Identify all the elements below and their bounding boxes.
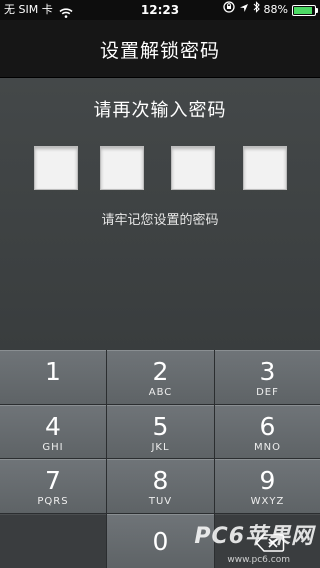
key-3[interactable]: 3 DEF bbox=[215, 350, 320, 404]
key-letters: GHI bbox=[42, 442, 64, 453]
key-digit: 1 bbox=[45, 357, 61, 386]
rotation-lock-icon bbox=[222, 0, 235, 20]
key-8[interactable]: 8 TUV bbox=[107, 459, 214, 513]
key-5[interactable]: 5 JKL bbox=[107, 405, 214, 458]
location-icon bbox=[239, 0, 249, 20]
key-letters: MNO bbox=[254, 442, 281, 453]
passcode-hint: 请牢记您设置的密码 bbox=[101, 213, 219, 228]
battery-percent: 88% bbox=[263, 3, 288, 16]
key-7[interactable]: 7 PQRS bbox=[0, 459, 106, 513]
passcode-box-4 bbox=[243, 146, 287, 190]
passcode-box-1 bbox=[34, 146, 78, 190]
key-digit: 6 bbox=[259, 412, 276, 441]
key-letters: JKL bbox=[151, 442, 170, 453]
key-digit: 7 bbox=[45, 466, 61, 495]
watermark-logo: PC6苹果网 bbox=[194, 524, 314, 549]
bluetooth-icon bbox=[253, 0, 260, 20]
battery-level-fill bbox=[294, 6, 312, 14]
title-bar: 设置解锁密码 bbox=[0, 20, 320, 78]
key-blank bbox=[0, 514, 106, 568]
key-letters: PQRS bbox=[37, 496, 69, 507]
passcode-box-3 bbox=[171, 146, 215, 190]
key-digit: 9 bbox=[259, 466, 276, 495]
page-title: 设置解锁密码 bbox=[99, 40, 220, 62]
key-letters: TUV bbox=[148, 496, 173, 507]
passcode-box-2 bbox=[100, 146, 144, 190]
numeric-keypad: 1 2 ABC 3 DEF 4 GHI 5 JKL 6 MNO 7 PQRS 8… bbox=[0, 350, 320, 568]
key-9[interactable]: 9 WXYZ bbox=[215, 459, 320, 513]
passcode-prompt: 请再次输入密码 bbox=[93, 100, 227, 121]
status-bar: 无 SIM 卡 12:23 88% bbox=[0, 0, 320, 20]
key-digit: 2 bbox=[152, 357, 169, 386]
key-digit: 8 bbox=[152, 466, 169, 495]
key-digit: 5 bbox=[152, 412, 169, 441]
passcode-area: 请再次输入密码 请牢记您设置的密码 bbox=[0, 78, 320, 350]
key-letters: ABC bbox=[148, 387, 173, 398]
key-2[interactable]: 2 ABC bbox=[107, 350, 214, 404]
key-6[interactable]: 6 MNO bbox=[215, 405, 320, 458]
watermark-url: www.pc6.com bbox=[227, 555, 290, 565]
battery-icon bbox=[292, 4, 318, 16]
key-4[interactable]: 4 GHI bbox=[0, 405, 106, 458]
key-digit: 4 bbox=[45, 412, 61, 441]
key-letters: WXYZ bbox=[250, 496, 285, 507]
key-1[interactable]: 1 bbox=[0, 350, 106, 404]
key-letters: DEF bbox=[256, 387, 279, 398]
key-digit: 3 bbox=[259, 357, 276, 386]
